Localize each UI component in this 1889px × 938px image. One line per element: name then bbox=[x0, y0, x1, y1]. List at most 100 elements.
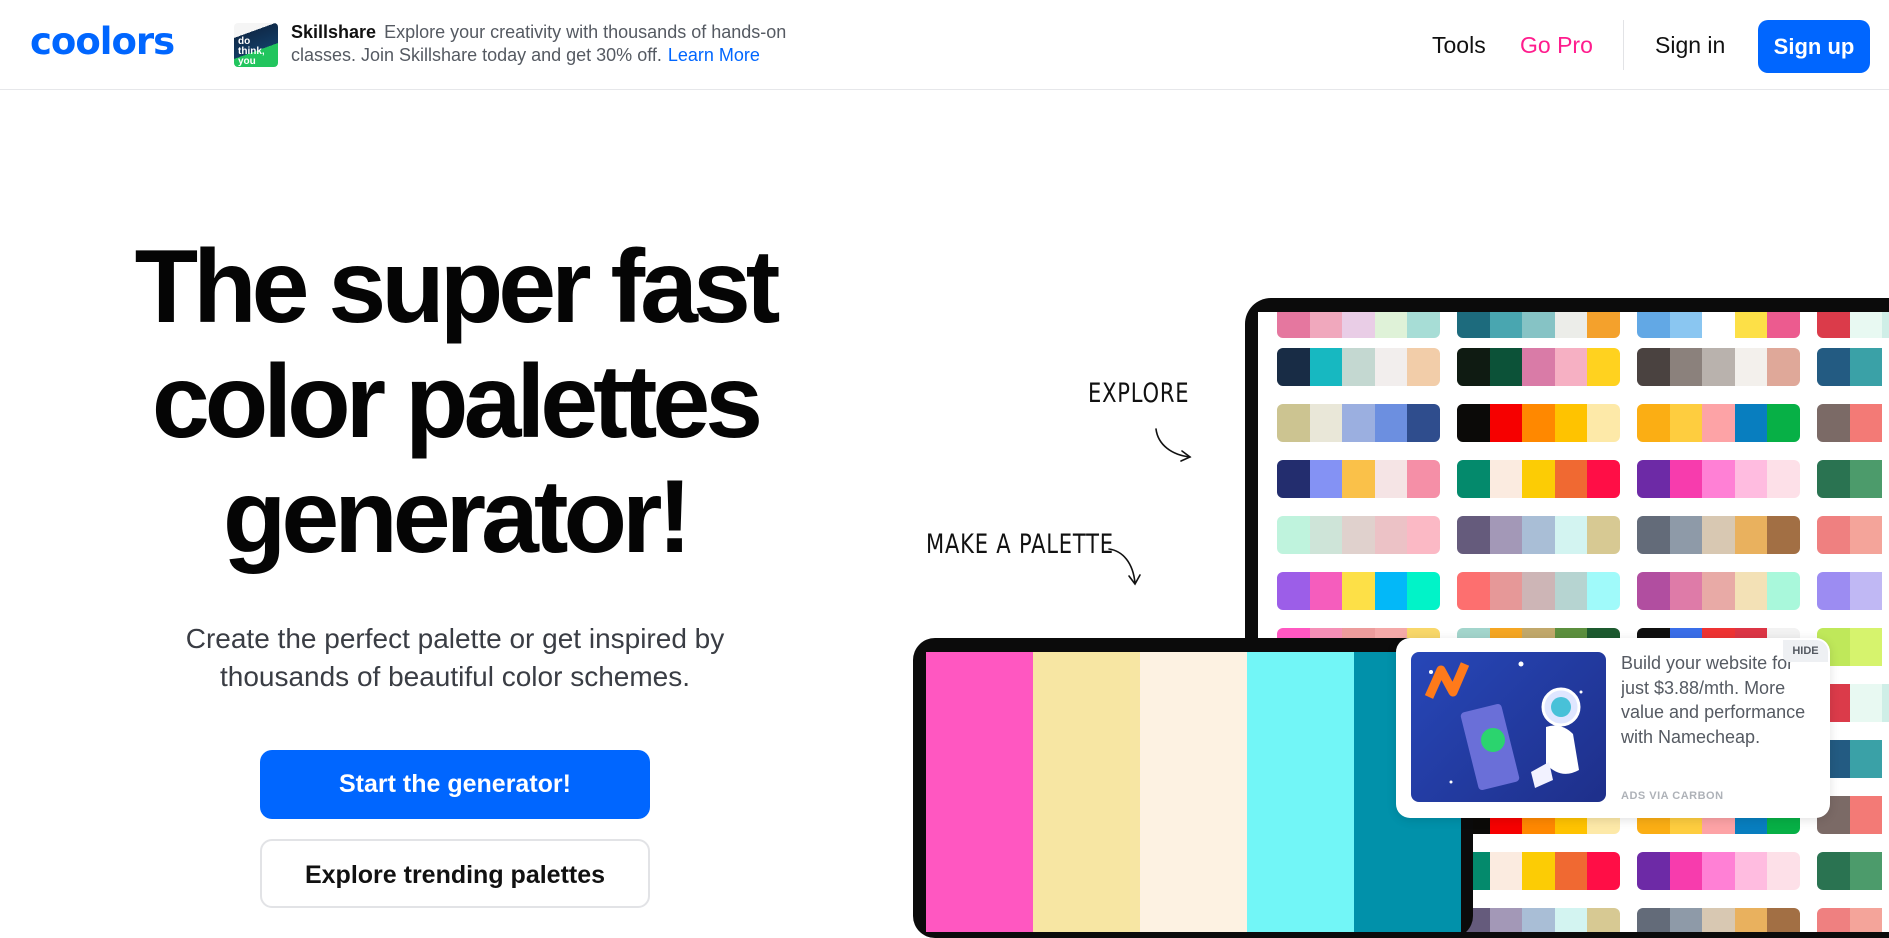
palette-swatch bbox=[1587, 516, 1620, 554]
palette-swatch bbox=[1309, 404, 1343, 442]
palette-swatch bbox=[1669, 516, 1703, 554]
explore-palettes-button[interactable]: Explore trending palettes bbox=[260, 839, 650, 908]
explore-label: EXPLORE bbox=[1088, 378, 1190, 409]
palette-card bbox=[1457, 908, 1620, 932]
palette-card bbox=[1817, 908, 1889, 932]
palette-card bbox=[1277, 348, 1440, 386]
palette-swatch bbox=[1767, 852, 1800, 890]
explore-arrow-icon bbox=[1155, 428, 1192, 462]
palette-swatch bbox=[1374, 312, 1408, 338]
palette-swatch bbox=[1702, 404, 1735, 442]
palette-swatch bbox=[1882, 404, 1889, 442]
palette-swatch bbox=[1637, 572, 1670, 610]
palette-swatch bbox=[1702, 852, 1735, 890]
palette-swatch bbox=[1457, 460, 1490, 498]
palette-swatch bbox=[1882, 628, 1889, 666]
generator-color-column bbox=[1033, 652, 1140, 932]
palette-swatch bbox=[1407, 516, 1440, 554]
palette-card bbox=[1817, 516, 1889, 554]
palette-swatch bbox=[1407, 572, 1440, 610]
palette-swatch bbox=[1309, 460, 1343, 498]
palette-swatch bbox=[1637, 516, 1670, 554]
palette-swatch bbox=[1342, 516, 1375, 554]
ad-learn-more-link[interactable]: Learn More bbox=[668, 45, 760, 65]
palette-swatch bbox=[1637, 908, 1670, 932]
palette-swatch bbox=[1702, 348, 1735, 386]
palette-swatch bbox=[1882, 516, 1889, 554]
carbon-ad-attribution[interactable]: ADS VIA CARBON bbox=[1621, 790, 1724, 802]
nav-go-pro[interactable]: Go Pro bbox=[1520, 32, 1593, 59]
palette-swatch bbox=[1734, 312, 1768, 338]
palette-swatch bbox=[1554, 460, 1588, 498]
top-nav: coolors do think, you can. try Skillshar… bbox=[0, 0, 1889, 90]
palette-swatch bbox=[1849, 740, 1883, 778]
palette-card bbox=[1817, 460, 1889, 498]
palette-card bbox=[1637, 572, 1800, 610]
palette-swatch bbox=[1457, 312, 1490, 338]
palette-swatch bbox=[1767, 908, 1800, 932]
palette-swatch bbox=[1849, 796, 1883, 834]
nav-tools[interactable]: Tools bbox=[1432, 32, 1486, 59]
palette-swatch bbox=[1767, 312, 1800, 338]
palette-swatch bbox=[1587, 908, 1620, 932]
palette-swatch bbox=[1277, 312, 1310, 338]
palette-swatch bbox=[1637, 460, 1670, 498]
palette-swatch bbox=[1407, 460, 1440, 498]
palette-swatch bbox=[1587, 312, 1620, 338]
palette-swatch bbox=[1522, 460, 1555, 498]
palette-swatch bbox=[1554, 908, 1588, 932]
palette-card bbox=[1277, 312, 1440, 338]
palette-swatch bbox=[1849, 312, 1883, 338]
palette-card bbox=[1817, 404, 1889, 442]
palette-swatch bbox=[1277, 516, 1310, 554]
palette-card bbox=[1817, 312, 1889, 338]
start-generator-button[interactable]: Start the generator! bbox=[260, 750, 650, 819]
palette-swatch bbox=[1734, 572, 1768, 610]
palette-swatch bbox=[1522, 908, 1555, 932]
palette-card bbox=[1637, 460, 1800, 498]
coolors-logo[interactable]: coolors bbox=[30, 20, 175, 63]
palette-swatch bbox=[1587, 460, 1620, 498]
palette-swatch bbox=[1374, 348, 1408, 386]
palette-swatch bbox=[1522, 852, 1555, 890]
palette-swatch bbox=[1882, 908, 1889, 932]
skillshare-ad-image[interactable]: do think, you can. try bbox=[234, 23, 278, 67]
carbon-ad-image[interactable] bbox=[1411, 652, 1606, 802]
palette-swatch bbox=[1522, 516, 1555, 554]
palette-swatch bbox=[1489, 908, 1523, 932]
palette-swatch bbox=[1587, 852, 1620, 890]
palette-swatch bbox=[1734, 460, 1768, 498]
palette-swatch bbox=[1522, 404, 1555, 442]
palette-card bbox=[1457, 312, 1620, 338]
palette-swatch bbox=[1817, 460, 1850, 498]
palette-card bbox=[1457, 852, 1620, 890]
sign-up-button[interactable]: Sign up bbox=[1758, 20, 1870, 73]
palette-card bbox=[1637, 908, 1800, 932]
palette-swatch bbox=[1277, 572, 1310, 610]
palette-swatch bbox=[1882, 348, 1889, 386]
generator-color-column bbox=[926, 652, 1033, 932]
skillshare-ad[interactable]: Skillshare Explore your creativity with t… bbox=[291, 21, 851, 67]
palette-swatch bbox=[1489, 312, 1523, 338]
palette-card bbox=[1637, 404, 1800, 442]
palette-swatch bbox=[1767, 572, 1800, 610]
palette-card bbox=[1277, 404, 1440, 442]
palette-card bbox=[1457, 348, 1620, 386]
palette-swatch bbox=[1669, 852, 1703, 890]
palette-card bbox=[1457, 572, 1620, 610]
sign-in-link[interactable]: Sign in bbox=[1655, 32, 1725, 59]
palette-swatch bbox=[1374, 516, 1408, 554]
palette-swatch bbox=[1277, 460, 1310, 498]
palette-swatch bbox=[1817, 908, 1850, 932]
palette-swatch bbox=[1374, 460, 1408, 498]
palette-swatch bbox=[1587, 348, 1620, 386]
palette-swatch bbox=[1342, 404, 1375, 442]
palette-swatch bbox=[1309, 312, 1343, 338]
ad-thumb-text: do think, you can. try bbox=[238, 36, 274, 68]
palette-swatch bbox=[1554, 516, 1588, 554]
carbon-hide-button[interactable]: HIDE bbox=[1783, 640, 1828, 662]
carbon-ad-text[interactable]: Build your website for just $3.88/mth. M… bbox=[1621, 651, 1806, 769]
palette-card bbox=[1637, 516, 1800, 554]
palette-swatch bbox=[1457, 516, 1490, 554]
palette-swatch bbox=[1637, 852, 1670, 890]
